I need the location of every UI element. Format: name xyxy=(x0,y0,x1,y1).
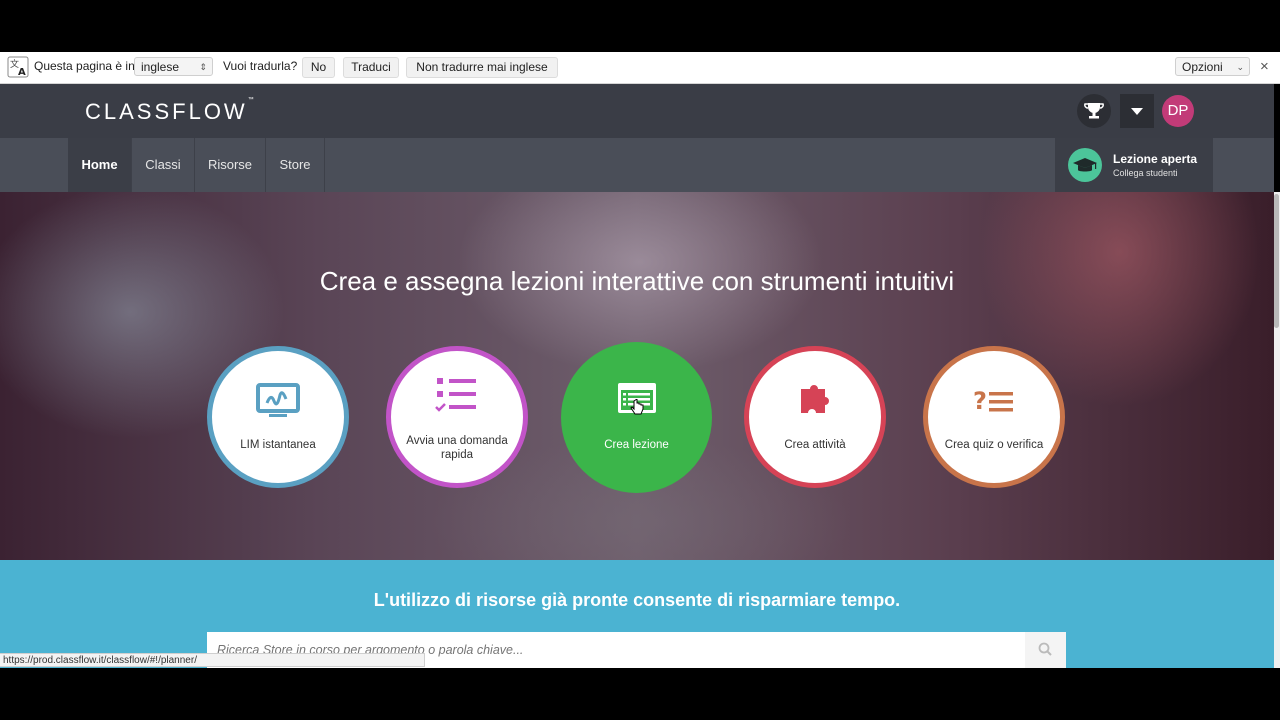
hero-title: Crea e assegna lezioni interattive con s… xyxy=(319,266,955,296)
close-icon[interactable]: × xyxy=(1260,52,1269,83)
svg-text:A: A xyxy=(18,67,26,78)
graduation-cap-icon xyxy=(1068,148,1102,182)
svg-text:?: ? xyxy=(973,387,987,415)
open-lesson-subtitle: Collega studenti xyxy=(1113,168,1178,178)
action-label: LIM istantanea xyxy=(240,439,316,451)
hand-cursor-icon xyxy=(630,399,644,415)
translate-bar: 文 A Questa pagina è in inglese ⇕ Vuoi tr… xyxy=(0,52,1280,84)
nav-item-classi[interactable]: Classi xyxy=(132,138,194,192)
resources-title: L'utilizzo di risorse già pronte consent… xyxy=(373,590,901,610)
create-quiz-button[interactable]: ? Crea quiz o verifica xyxy=(923,346,1065,488)
trophy-icon xyxy=(1084,103,1104,119)
options-select-value: Opzioni xyxy=(1182,60,1223,74)
translate-icon: 文 A xyxy=(7,56,29,78)
translate-question: Vuoi tradurla? xyxy=(223,59,298,73)
search-button[interactable] xyxy=(1025,632,1066,668)
logo-text: CLASSFLOW xyxy=(85,99,248,124)
action-label: Crea quiz o verifica xyxy=(944,439,1044,451)
open-lesson-button[interactable]: Lezione aperta Collega studenti xyxy=(1055,138,1213,192)
options-select[interactable]: Opzioni ⌄ xyxy=(1175,57,1250,76)
status-url: https://prod.classflow.it/classflow/#!/p… xyxy=(0,653,425,667)
logo-trademark: ™ xyxy=(247,97,254,103)
create-lesson-button[interactable]: Crea lezione xyxy=(561,342,712,493)
puzzle-icon xyxy=(801,385,829,413)
whiteboard-icon xyxy=(256,383,300,417)
chevron-down-icon: ⌄ xyxy=(1236,62,1244,72)
select-arrows-icon: ⇕ xyxy=(199,62,207,72)
translate-prompt: Questa pagina è in xyxy=(34,59,135,73)
translate-button[interactable]: Traduci xyxy=(343,57,399,78)
search-icon xyxy=(1038,642,1052,656)
open-lesson-title: Lezione aperta xyxy=(1113,152,1198,166)
quick-question-button[interactable]: Avvia una domanda rapida xyxy=(386,346,528,488)
never-translate-button[interactable]: Non tradurre mai inglese xyxy=(406,57,558,78)
caret-down-icon xyxy=(1131,108,1143,115)
avatar[interactable]: DP xyxy=(1162,95,1194,127)
action-label: Crea attività xyxy=(784,439,846,451)
checklist-icon xyxy=(435,378,476,412)
scrollbar-thumb[interactable] xyxy=(1274,194,1279,328)
action-label: Avvia una domanda rapida xyxy=(406,435,508,461)
action-label: Crea lezione xyxy=(604,439,669,451)
no-button[interactable]: No xyxy=(302,57,335,78)
nav-item-home[interactable]: Home xyxy=(68,138,131,192)
nav-divider xyxy=(324,138,325,192)
quiz-icon: ? xyxy=(973,387,1013,415)
language-select-value: inglese xyxy=(141,60,180,74)
nav-item-risorse[interactable]: Risorse xyxy=(195,138,265,192)
language-select[interactable]: inglese ⇕ xyxy=(134,57,213,76)
menu-dropdown-button[interactable] xyxy=(1120,94,1154,128)
classflow-logo[interactable]: CLASSFLOW™ xyxy=(85,97,254,125)
nav-item-store[interactable]: Store xyxy=(266,138,324,192)
trophy-button[interactable] xyxy=(1077,94,1111,128)
instant-whiteboard-button[interactable]: LIM istantanea xyxy=(207,346,349,488)
create-activity-button[interactable]: Crea attività xyxy=(744,346,886,488)
